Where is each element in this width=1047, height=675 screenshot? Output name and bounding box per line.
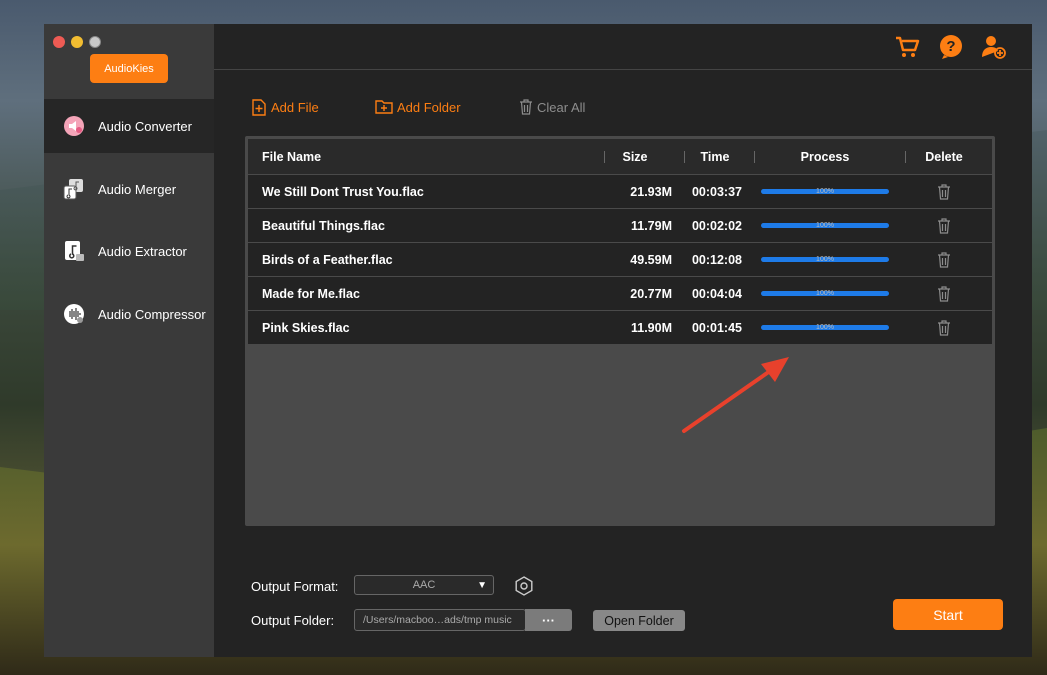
progress-label: 100%: [816, 290, 834, 297]
sidebar-item-label: Audio Compressor: [98, 306, 206, 322]
file-duration: 00:03:37: [691, 184, 742, 199]
table-row[interactable]: Made for Me.flac 20.77M 00:04:04 100%: [248, 276, 992, 310]
progress-bar: 100%: [761, 188, 889, 195]
minimize-window-button[interactable]: [71, 36, 83, 48]
file-table: File Name Size Time Process Delete We St…: [248, 139, 992, 344]
sidebar-item-label: Audio Converter: [98, 118, 192, 134]
file-duration: 00:04:04: [691, 286, 742, 301]
cart-icon[interactable]: [894, 34, 920, 60]
zoom-window-button[interactable]: [89, 36, 101, 48]
table-row[interactable]: Birds of a Feather.flac 49.59M 00:12:08 …: [248, 242, 992, 276]
progress-cell: 100%: [750, 324, 900, 331]
sidebar-item-audio-merger[interactable]: Audio Merger: [44, 162, 214, 216]
open-folder-button[interactable]: Open Folder: [593, 610, 685, 631]
file-size: 11.79M: [630, 218, 672, 233]
app-window: AudioKies Audio Converter Audio Merger A…: [44, 24, 1032, 657]
sidebar-item-audio-extractor[interactable]: Audio Extractor: [44, 224, 214, 278]
output-format-value: AAC: [412, 579, 436, 591]
help-icon[interactable]: ?: [938, 34, 964, 60]
file-size: 21.93M: [630, 184, 672, 199]
close-window-button[interactable]: [53, 36, 65, 48]
file-name: Pink Skies.flac: [262, 320, 350, 335]
column-time: Time: [700, 149, 730, 164]
progress-bar: 100%: [761, 324, 889, 331]
column-separator[interactable]: [604, 151, 605, 163]
progress-label: 100%: [816, 188, 834, 195]
sidebar-item-audio-converter[interactable]: Audio Converter: [44, 99, 214, 153]
add-user-icon[interactable]: [981, 34, 1007, 60]
sidebar-item-label: Audio Extractor: [98, 243, 187, 259]
column-separator[interactable]: [754, 151, 755, 163]
sidebar-item-label: Audio Merger: [98, 181, 177, 197]
trash-icon: [520, 99, 532, 115]
add-file-icon: [252, 98, 266, 116]
column-separator[interactable]: [684, 151, 685, 163]
delete-button[interactable]: [900, 285, 988, 302]
table-header: File Name Size Time Process Delete: [248, 139, 992, 174]
file-name: Made for Me.flac: [262, 286, 360, 301]
progress-cell: 100%: [750, 222, 900, 229]
dropdown-arrow-icon: ▼: [477, 580, 487, 591]
column-separator[interactable]: [905, 151, 906, 163]
sidebar: AudioKies Audio Converter Audio Merger A…: [44, 24, 214, 657]
add-file-button[interactable]: Add File: [251, 98, 319, 116]
file-duration: 00:02:02: [691, 218, 742, 233]
output-format-label: Output Format:: [251, 579, 339, 594]
file-name: Beautiful Things.flac: [262, 218, 385, 233]
delete-button[interactable]: [900, 183, 988, 200]
settings-gear-icon[interactable]: [514, 576, 534, 596]
delete-button[interactable]: [900, 217, 988, 234]
progress-cell: 100%: [750, 290, 900, 297]
column-delete: Delete: [925, 149, 963, 164]
add-folder-button[interactable]: Add Folder: [375, 98, 461, 116]
delete-button[interactable]: [900, 319, 988, 336]
add-file-label: Add File: [271, 99, 319, 115]
file-size: 49.59M: [630, 252, 672, 267]
progress-label: 100%: [816, 324, 834, 331]
file-name: Birds of a Feather.flac: [262, 252, 393, 267]
column-file-name: File Name: [262, 149, 322, 164]
trash-icon: [938, 183, 950, 200]
table-row[interactable]: We Still Dont Trust You.flac 21.93M 00:0…: [248, 174, 992, 208]
brand-logo: AudioKies: [90, 54, 168, 83]
file-duration: 00:12:08: [691, 252, 742, 267]
svg-text:?: ?: [946, 38, 955, 55]
sidebar-item-audio-compressor[interactable]: Audio Compressor: [44, 287, 214, 341]
add-folder-label: Add Folder: [397, 99, 461, 115]
progress-cell: 100%: [750, 256, 900, 263]
file-name: We Still Dont Trust You.flac: [262, 184, 424, 199]
main-area: ? Add File Add Folder Clear All File Nam…: [214, 24, 1032, 657]
progress-bar: 100%: [761, 222, 889, 229]
delete-button[interactable]: [900, 251, 988, 268]
column-process: Process: [800, 149, 850, 164]
trash-icon: [938, 285, 950, 302]
audio-merger-icon: [62, 177, 86, 201]
trash-icon: [938, 251, 950, 268]
progress-label: 100%: [816, 256, 834, 263]
progress-cell: 100%: [750, 188, 900, 195]
output-format-select[interactable]: AAC ▼: [354, 575, 494, 595]
file-duration: 00:01:45: [691, 320, 742, 335]
audio-converter-icon: [62, 114, 86, 138]
output-folder-label: Output Folder:: [251, 613, 335, 628]
file-size: 11.90M: [630, 320, 672, 335]
table-row[interactable]: Pink Skies.flac 11.90M 00:01:45 100%: [248, 310, 992, 344]
browse-button[interactable]: ···: [525, 609, 572, 631]
progress-bar: 100%: [761, 256, 889, 263]
add-folder-icon: [375, 100, 393, 114]
clear-all-button[interactable]: Clear All: [519, 98, 585, 116]
file-size: 20.77M: [630, 286, 672, 301]
trash-icon: [938, 319, 950, 336]
file-list-panel: File Name Size Time Process Delete We St…: [245, 136, 995, 526]
progress-bar: 100%: [761, 290, 889, 297]
header-divider: [214, 69, 1032, 70]
start-button[interactable]: Start: [893, 599, 1003, 630]
output-folder-field[interactable]: /Users/macboo…ads/tmp music: [354, 609, 526, 631]
audio-extractor-icon: [62, 239, 86, 263]
audio-compressor-icon: [62, 302, 86, 326]
clear-all-label: Clear All: [537, 99, 586, 115]
table-row[interactable]: Beautiful Things.flac 11.79M 00:02:02 10…: [248, 208, 992, 242]
progress-label: 100%: [816, 222, 834, 229]
trash-icon: [938, 217, 950, 234]
